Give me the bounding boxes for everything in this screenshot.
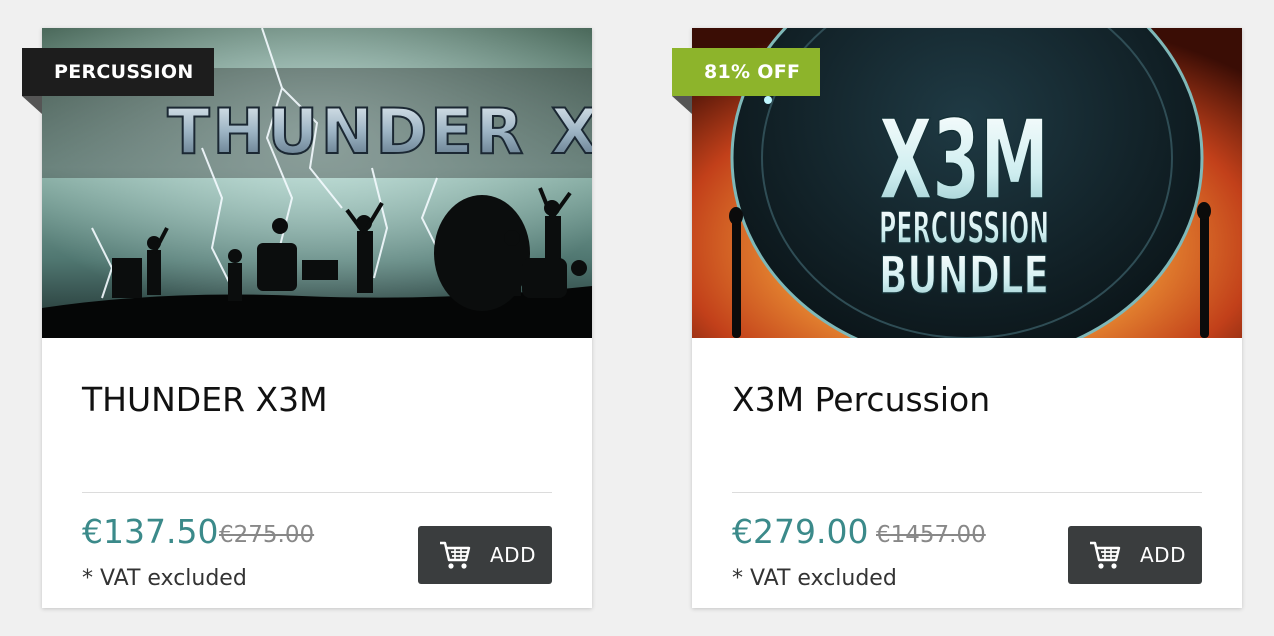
add-button-label: ADD <box>490 543 536 567</box>
image-text-line-3: BUNDLE <box>879 246 1049 306</box>
current-price: €137.50 <box>82 512 219 551</box>
ribbon-fold <box>672 96 692 114</box>
shopping-cart-icon <box>1090 541 1121 569</box>
ribbon-fold <box>22 96 42 114</box>
original-price: €275.00 <box>219 522 315 548</box>
product-title[interactable]: X3M Percussion <box>732 380 990 419</box>
shopping-cart-icon <box>440 541 471 569</box>
discount-badge: 81% OFF <box>672 48 821 96</box>
product-card: THUNDER X3M <box>22 28 592 608</box>
add-button-label: ADD <box>1140 543 1186 567</box>
divider <box>82 492 552 493</box>
add-to-cart-button[interactable]: ADD <box>1068 526 1202 584</box>
product-title[interactable]: THUNDER X3M <box>82 380 328 419</box>
original-price: €1457.00 <box>876 522 986 548</box>
add-to-cart-button[interactable]: ADD <box>418 526 552 584</box>
category-badge: PERCUSSION <box>22 48 214 96</box>
vat-note: * VAT excluded <box>732 566 897 591</box>
image-title-text: THUNDER X3M <box>167 95 592 168</box>
product-card: X3M PERCUSSION BUNDLE 81% OFF X3M Percus… <box>672 28 1242 608</box>
vat-note: * VAT excluded <box>82 566 247 591</box>
divider <box>732 492 1202 493</box>
current-price: €279.00 <box>732 512 869 551</box>
